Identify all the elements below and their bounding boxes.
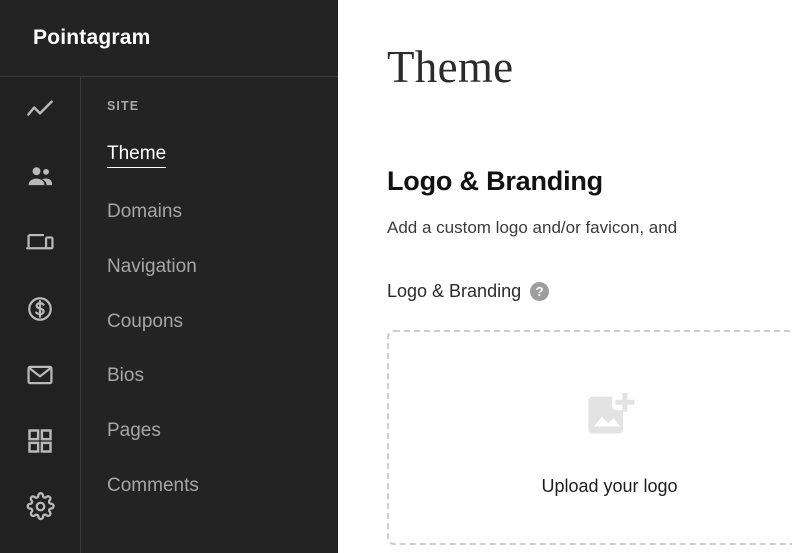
page-title: Theme	[387, 42, 514, 92]
sidebar-item-domains[interactable]: Domains	[107, 201, 182, 223]
section-description: Add a custom logo and/or favicon, and	[387, 218, 678, 237]
mail-envelope-icon[interactable]	[20, 355, 60, 394]
devices-laptop-phone-icon[interactable]	[20, 223, 60, 262]
sidebar-body: SITE Theme Domains Navigation Coupons Bi…	[0, 77, 338, 553]
users-people-icon[interactable]	[20, 157, 60, 196]
field-label: Logo & Branding	[387, 281, 522, 301]
section-heading: Logo & Branding	[387, 166, 603, 196]
sidebar-item-theme[interactable]: Theme	[107, 143, 167, 168]
add-image-icon	[587, 392, 634, 434]
field-label-row: Logo & Branding ?	[387, 281, 792, 302]
upload-logo-label: Upload your logo	[541, 476, 678, 496]
main-content: Theme Logo & Branding Add a custom logo …	[338, 0, 792, 553]
gear-settings-icon[interactable]	[20, 487, 60, 526]
sidebar-item-comments[interactable]: Comments	[107, 475, 199, 497]
sidebar-item-bios[interactable]: Bios	[107, 365, 144, 387]
sidebar-item-navigation[interactable]: Navigation	[107, 256, 197, 278]
app-root: Pointagram SITE Theme Domains Navigation…	[0, 0, 792, 553]
brand-title: Pointagram	[33, 26, 151, 49]
logo-upload-dropzone[interactable]: Upload your logo	[387, 330, 792, 545]
grid-apps-icon[interactable]	[20, 421, 60, 460]
sidebar: Pointagram SITE Theme Domains Navigation…	[0, 0, 338, 553]
help-icon[interactable]: ?	[530, 282, 550, 301]
sidebar-item-pages[interactable]: Pages	[107, 420, 161, 442]
sidebar-item-coupons[interactable]: Coupons	[107, 311, 183, 333]
brand-bar: Pointagram	[0, 0, 338, 77]
analytics-line-chart-icon[interactable]	[20, 91, 60, 130]
icon-rail	[0, 77, 81, 553]
sidebar-nav: SITE Theme Domains Navigation Coupons Bi…	[81, 77, 338, 553]
dollar-circle-icon[interactable]	[20, 289, 60, 328]
nav-section-label: SITE	[107, 99, 140, 113]
